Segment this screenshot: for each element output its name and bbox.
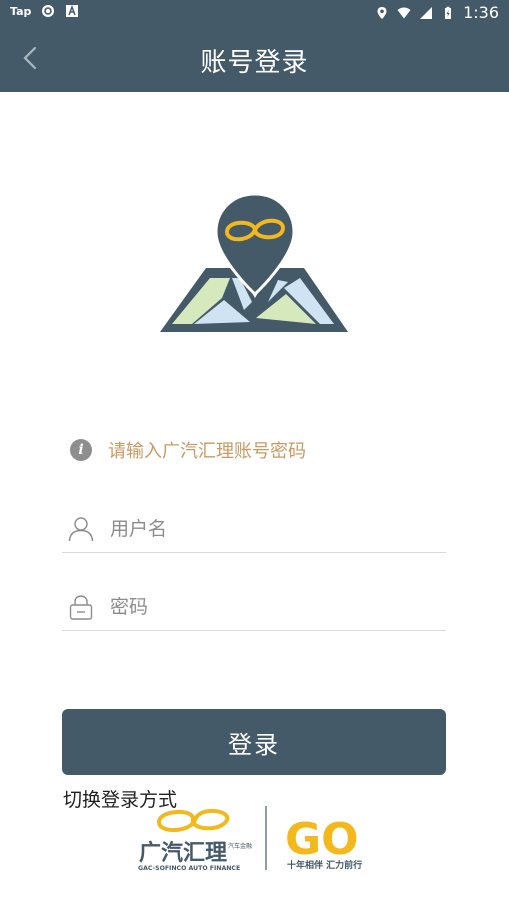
password-field xyxy=(62,584,446,631)
user-icon xyxy=(68,517,94,542)
battery-icon xyxy=(445,6,452,19)
cell-signal-icon xyxy=(420,6,433,19)
page-title: 账号登录 xyxy=(200,48,309,78)
username-field xyxy=(62,506,446,553)
app-bar: 账号登录 xyxy=(0,26,509,92)
map-pin-logo-icon xyxy=(160,192,348,332)
location-icon xyxy=(377,6,387,19)
brand-subname: 汽车金融 xyxy=(228,842,252,850)
info-icon: i xyxy=(70,439,92,461)
gac-sofinco-brand-logo: 广汽汇理 汽车金融 GAC-SOFINCO AUTO FINANCE GO 十年… xyxy=(138,806,362,872)
wifi-icon xyxy=(397,7,411,18)
username-input[interactable] xyxy=(108,512,432,546)
password-input[interactable] xyxy=(108,590,432,624)
brand-name: 广汽汇理 xyxy=(139,840,227,866)
login-hint: i 请输入广汽汇理账号密码 xyxy=(70,437,306,463)
status-time: 1:36 xyxy=(463,3,499,22)
a-badge-icon xyxy=(66,4,79,17)
status-app-label: Tap xyxy=(10,4,32,18)
hint-text: 请输入广汽汇理账号密码 xyxy=(108,441,306,462)
sync-icon xyxy=(42,5,55,17)
brand-english: GAC-SOFINCO AUTO FINANCE xyxy=(138,865,240,872)
brand-go-mark: GO xyxy=(285,814,359,865)
brand-slogan: 十年相伴 汇力前行 xyxy=(287,859,362,871)
login-button[interactable]: 登录 xyxy=(62,709,446,775)
lock-icon xyxy=(69,595,93,620)
status-bar: Tap 1:36 xyxy=(0,0,509,26)
